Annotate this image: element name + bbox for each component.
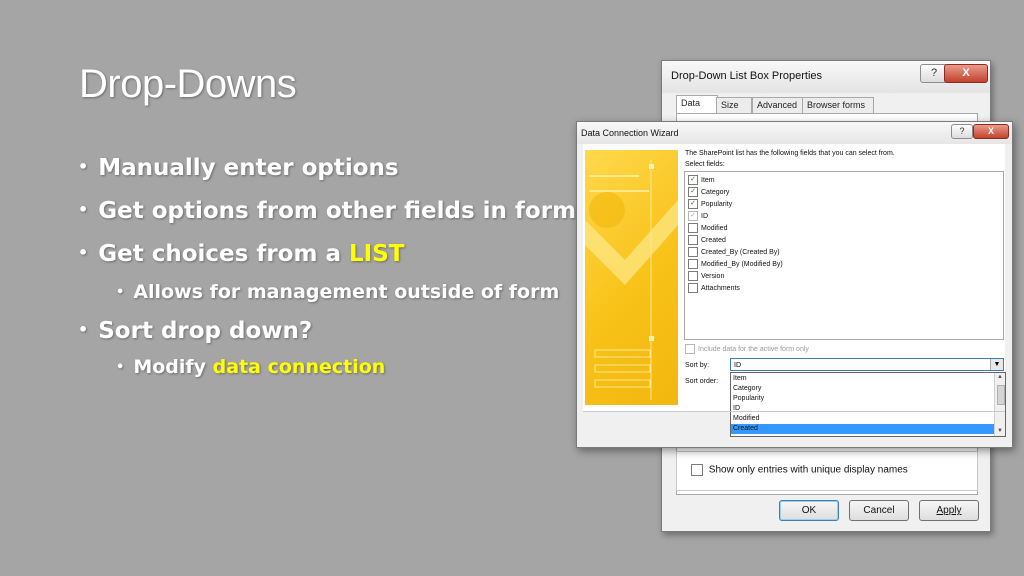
checkbox-icon[interactable] [688,223,698,233]
sub-bullet-item: • Modify data connection [116,356,386,378]
sort-option[interactable]: Item [731,374,995,384]
scroll-thumb[interactable] [997,385,1005,405]
sort-option[interactable]: Category [731,384,995,394]
checkbox-icon[interactable] [688,247,698,257]
help-button[interactable]: ? [951,124,973,139]
checkbox-icon[interactable] [688,259,698,269]
field-item[interactable]: Attachments [688,283,740,293]
wizard-banner-graphic [585,150,678,405]
highlight-text: data connection [212,356,386,378]
sort-by-label: Sort by: [685,362,710,369]
checkbox-disabled-icon [685,344,695,354]
slide-title: Drop-Downs [79,62,297,106]
bullet-item: • Manually enter options [78,155,399,181]
checkbox-icon[interactable] [688,271,698,281]
field-item[interactable]: ✓ Item [688,175,715,185]
sort-option[interactable]: ID [731,404,995,414]
field-item[interactable]: ✓ Popularity [688,199,732,209]
ok-button[interactable]: OK [779,500,839,521]
wizard-titlebar: Data Connection Wizard ? X [577,122,1012,144]
fields-list: ✓ Item ✓ Category ✓ Popularity ✓ ID Modified… [684,171,1004,340]
select-fields-label: Select fields: [685,161,725,168]
sub-bullet-item: • Allows for management outside of form [116,281,560,303]
tab-browser-forms[interactable]: Browser forms [802,97,874,114]
bullet-item: • Get choices from a LIST [78,241,405,267]
chevron-down-icon[interactable]: ▼ [990,359,1003,370]
scroll-up-icon[interactable]: ▲ [995,373,1005,382]
scroll-down-icon[interactable]: ▼ [995,427,1005,436]
field-item[interactable]: ✓ Category [688,187,729,197]
field-item: ✓ ID [688,211,708,221]
tab-advanced[interactable]: Advanced [752,97,805,114]
wizard-title: Data Connection Wizard [581,128,679,138]
field-item[interactable]: Modified [688,223,727,233]
checkbox-checked-icon[interactable]: ✓ [688,199,698,209]
field-item[interactable]: Created [688,235,726,245]
wizard-panel: The SharePoint list has the following fi… [583,144,1006,437]
apply-button[interactable]: Apply [919,500,979,521]
show-only-unique-option[interactable]: Show only entries with unique display na… [691,464,908,476]
field-item[interactable]: Modified_By (Modified By) [688,259,783,269]
tab-data[interactable]: Data [676,95,718,115]
bullet-item: • Sort drop down? [78,318,313,344]
checkbox-icon[interactable] [688,235,698,245]
checkbox-icon[interactable] [688,283,698,293]
highlight-text: LIST [349,241,405,267]
close-button[interactable]: X [944,64,988,83]
show-only-checkbox[interactable] [691,464,703,476]
field-item[interactable]: Version [688,271,724,281]
divider [583,411,1005,412]
cancel-button[interactable]: Cancel [849,500,909,521]
sort-option[interactable]: Popularity [731,394,995,404]
field-item[interactable]: Created_By (Created By) [688,247,780,257]
include-active-form-option: Include data for the active form only [685,344,809,354]
checkbox-disabled-icon: ✓ [688,211,698,221]
dialog-titlebar: Drop-Down List Box Properties ? X [662,61,990,93]
sort-option-selected[interactable]: Created [731,424,995,434]
checkbox-checked-icon[interactable]: ✓ [688,175,698,185]
close-button[interactable]: X [973,124,1009,139]
dialog-title: Drop-Down List Box Properties [671,70,823,82]
sort-order-label: Sort order: [685,378,719,385]
sort-by-dropdown[interactable]: ID ▼ [730,358,1004,371]
scrollbar[interactable]: ▲ ▼ [994,373,1005,436]
wizard-intro-text: The SharePoint list has the following fi… [685,150,895,157]
banner-pattern-icon [585,160,678,400]
checkbox-checked-icon[interactable]: ✓ [688,187,698,197]
sort-option[interactable]: Modified [731,414,995,424]
data-connection-wizard: Data Connection Wizard ? X The SharePoin… [576,121,1013,448]
bullet-item: • Get options from other fields in form [78,198,577,224]
sort-by-options-list: Item Category Popularity ID Modified Cre… [730,372,1006,437]
tab-size[interactable]: Size [716,97,752,114]
